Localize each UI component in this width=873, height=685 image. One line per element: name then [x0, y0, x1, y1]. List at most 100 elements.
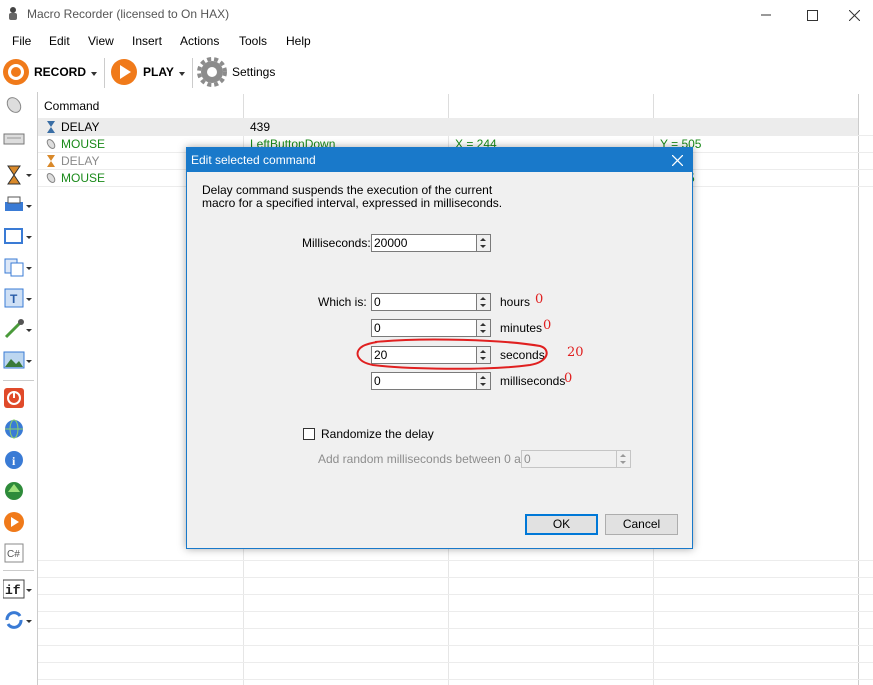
row-command: DELAY: [61, 120, 100, 134]
hours-annotation: 0: [535, 292, 544, 307]
chevron-down-icon[interactable]: [91, 72, 97, 76]
chevron-down-icon[interactable]: [26, 298, 32, 301]
ms-annotation: 0: [564, 371, 573, 386]
copy-icon[interactable]: [3, 256, 25, 278]
highlight-ellipse: [356, 338, 548, 370]
menu-insert[interactable]: Insert: [132, 34, 162, 48]
chevron-down-icon[interactable]: [26, 267, 32, 270]
random-ms-spinner[interactable]: [616, 450, 631, 468]
if-icon[interactable]: if: [3, 578, 25, 600]
grid-header: Command: [38, 94, 858, 119]
close-icon: [848, 9, 860, 21]
network-icon[interactable]: [3, 480, 25, 502]
mouse-icon[interactable]: [3, 94, 25, 116]
random-ms-label: Add random milliseconds between 0 and:: [318, 452, 538, 466]
menu-tools[interactable]: Tools: [239, 34, 267, 48]
row-command: MOUSE: [61, 171, 106, 185]
hours-label: hours: [500, 295, 531, 309]
svg-text:C#: C#: [7, 549, 20, 560]
row-value: 439: [250, 120, 271, 134]
chevron-down-icon[interactable]: [179, 72, 185, 76]
grid-row-divider: [38, 560, 873, 561]
menu-edit[interactable]: Edit: [49, 34, 70, 48]
dialog-title-bar: Edit selected command: [187, 148, 692, 172]
ms-spinner[interactable]: [476, 372, 491, 390]
dialog-close-button[interactable]: [663, 148, 691, 172]
grid-row-divider: [38, 594, 873, 595]
menu-help[interactable]: Help: [286, 34, 311, 48]
menu-actions[interactable]: Actions: [180, 34, 219, 48]
description-line-1: Delay command suspends the execution of …: [202, 183, 493, 197]
description-line-2: macro for a specified interval, expresse…: [202, 196, 503, 210]
record-button[interactable]: RECORD: [2, 58, 102, 86]
chevron-down-icon[interactable]: [26, 360, 32, 363]
minutes-input[interactable]: 0: [371, 319, 477, 337]
minutes-spinner[interactable]: [476, 319, 491, 337]
info-icon[interactable]: i: [3, 449, 25, 471]
random-ms-input[interactable]: 0: [521, 450, 617, 468]
menu-view[interactable]: View: [88, 34, 114, 48]
randomize-checkbox[interactable]: [303, 428, 315, 440]
csharp-icon[interactable]: C#: [3, 542, 25, 564]
power-icon[interactable]: [3, 387, 25, 409]
settings-button[interactable]: Settings: [197, 57, 279, 87]
svg-text:if: if: [5, 583, 21, 598]
toolbar-separator: [104, 58, 105, 88]
close-window-button[interactable]: [835, 0, 873, 30]
seconds-annotation: 20: [567, 345, 584, 360]
keyboard-icon[interactable]: [3, 127, 25, 149]
minimize-button[interactable]: [743, 0, 789, 30]
window-title: Macro Recorder (licensed to On HAX): [27, 7, 230, 21]
sidebar-separator: [3, 570, 34, 571]
milliseconds-input[interactable]: 20000: [371, 234, 477, 252]
globe-icon[interactable]: [3, 418, 25, 440]
text-icon[interactable]: T: [3, 287, 25, 309]
which-is-label: Which is:: [318, 295, 367, 309]
column-header-command[interactable]: Command: [44, 99, 99, 113]
row-command: DELAY: [61, 154, 100, 168]
table-row[interactable]: DELAY 439: [38, 118, 858, 135]
command-sidebar: T i C# if: [0, 92, 38, 685]
hourglass-icon: [47, 121, 55, 133]
chevron-down-icon[interactable]: [26, 205, 32, 208]
play-button[interactable]: PLAY: [110, 58, 190, 86]
hourglass-icon[interactable]: [3, 164, 25, 186]
chevron-down-icon[interactable]: [26, 589, 32, 592]
maximize-button[interactable]: [789, 0, 835, 30]
hours-spinner[interactable]: [476, 293, 491, 311]
app-icon: [9, 7, 17, 20]
milliseconds-label: Milliseconds:: [302, 236, 371, 250]
window-icon[interactable]: [3, 225, 25, 247]
toolbar-separator: [192, 58, 193, 88]
record-icon: [3, 59, 29, 85]
randomize-label[interactable]: Randomize the delay: [321, 427, 434, 441]
printer-icon[interactable]: [3, 194, 25, 216]
chevron-down-icon[interactable]: [26, 236, 32, 239]
ms-label: milliseconds: [500, 374, 566, 388]
chevron-down-icon[interactable]: [26, 620, 32, 623]
cancel-button[interactable]: Cancel: [605, 514, 678, 535]
hours-input[interactable]: 0: [371, 293, 477, 311]
grid-row-divider: [38, 135, 873, 136]
loop-icon[interactable]: [3, 609, 25, 631]
chevron-down-icon[interactable]: [26, 329, 32, 332]
milliseconds-spinner[interactable]: [476, 234, 491, 252]
image-icon[interactable]: [3, 349, 25, 371]
grid-row-divider: [38, 628, 873, 629]
gear-icon: [197, 57, 227, 87]
mouse-icon: [46, 173, 56, 183]
toolbar: RECORD PLAY Settings: [0, 54, 873, 91]
header-divider: [243, 94, 244, 118]
hourglass-icon: [47, 155, 55, 167]
chevron-down-icon[interactable]: [26, 174, 32, 177]
ok-button[interactable]: OK: [525, 514, 598, 535]
edit-command-dialog: Edit selected command Delay command susp…: [186, 147, 693, 549]
sidebar-separator: [3, 380, 34, 381]
minutes-label: minutes: [500, 321, 543, 335]
menu-bar: File Edit View Insert Actions Tools Help: [0, 30, 873, 52]
eyedropper-icon[interactable]: [3, 318, 25, 340]
ms-input[interactable]: 0: [371, 372, 477, 390]
play-icon[interactable]: [3, 511, 25, 533]
grid-row-divider: [38, 662, 873, 663]
menu-file[interactable]: File: [12, 34, 31, 48]
